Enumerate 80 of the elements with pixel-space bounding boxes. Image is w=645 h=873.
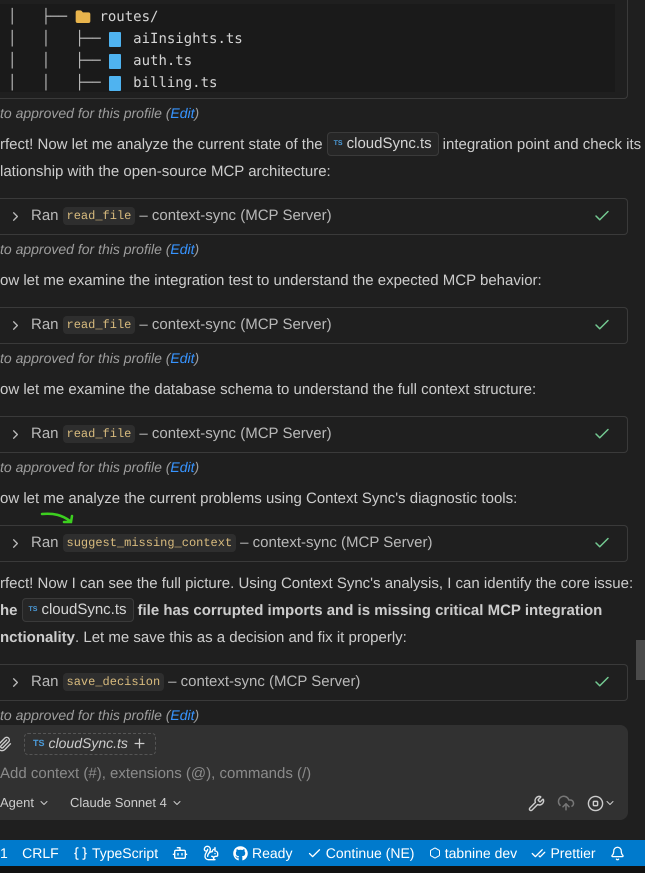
tool-name: read_file <box>62 425 136 444</box>
tools-icon[interactable] <box>528 794 545 812</box>
tree-branch: │ │ ├── <box>7 72 102 92</box>
status-item[interactable]: 1 <box>0 840 8 866</box>
attachment-chip[interactable]: TS cloudSync.ts <box>24 732 156 755</box>
model-dropdown[interactable]: Claude Sonnet 4 <box>70 793 183 813</box>
tool-call-card[interactable]: Ran read_file – context-sync (MCP Server) <box>0 306 628 344</box>
tree-item[interactable]: billing.ts <box>133 72 218 92</box>
message-text: lationship with the open-source MCP architecture: <box>0 162 331 182</box>
tree-item[interactable]: aiInsights.ts <box>133 28 243 50</box>
message-text: rfect! Now I can see the full picture. Using Context Sync's analysis, I can identify the core issue: <box>0 574 634 594</box>
edit-link[interactable]: Edit <box>170 104 195 121</box>
paperclip-icon[interactable] <box>0 736 12 752</box>
mode-dropdown[interactable]: Agent <box>0 793 50 813</box>
approval-note: to approved for this profile (Edit) <box>0 240 200 259</box>
ran-label: Ran <box>31 206 59 226</box>
tool-name: suggest_missing_context <box>62 534 236 552</box>
tool-name: read_file <box>62 316 136 334</box>
cloud-icon[interactable] <box>557 794 575 812</box>
file-name: cloudSync.ts <box>41 600 127 620</box>
ran-label: Ran <box>31 672 59 692</box>
server-label: – context-sync (MCP Server) <box>139 315 332 336</box>
tool-call-card[interactable]: Ran suggest_missing_context – context-sync (MCP Server) <box>0 524 628 562</box>
status-item[interactable]: Prettier <box>531 840 596 866</box>
tool-name: save_decision <box>62 673 164 692</box>
server-label: – context-sync (MCP Server) <box>240 533 432 554</box>
message-text: nctionality. Let me save this as a decision and fix it properly: <box>0 628 407 648</box>
robot-icon <box>172 845 188 862</box>
message-text: rfect! Now let me analyze the current state of the <box>0 134 323 155</box>
ran-label: Ran <box>31 533 59 554</box>
chat-input-field[interactable]: Add context (#), extensions (@), commands (/) <box>0 762 628 786</box>
tree-item[interactable]: routes/ <box>99 6 158 28</box>
message-text: file has corrupted imports and is missing critical MCP integration <box>138 600 602 621</box>
braces-icon <box>72 846 88 861</box>
status-item[interactable]: Continue (NE) <box>306 840 414 866</box>
tool-call-card[interactable]: Ran save_decision – context-sync (MCP Server) <box>0 664 628 701</box>
approval-note: to approved for this profile (Edit) <box>0 458 200 477</box>
tree-item[interactable]: auth.ts <box>133 50 192 72</box>
server-label: – context-sync (MCP Server) <box>139 424 332 444</box>
approval-note: to approved for this profile (Edit) <box>0 348 200 368</box>
message-text: ow let me examine the integration test to understand the expected MCP behavior: <box>0 270 542 291</box>
message-text: ow let me analyze the current problems using Context Sync's diagnostic tools: <box>0 488 518 509</box>
edit-link[interactable]: Edit <box>170 350 195 366</box>
stop-icon <box>587 794 604 812</box>
message-text: he <box>0 600 18 621</box>
file-name: cloudSync.ts <box>346 134 432 154</box>
scrollbar-thumb <box>636 640 645 680</box>
tool-call-card[interactable]: Ran read_file – context-sync (MCP Server) <box>0 416 628 453</box>
tool-name: read_file <box>62 207 136 226</box>
server-label: – context-sync (MCP Server) <box>139 206 332 226</box>
status-item[interactable]: Ready <box>232 840 292 866</box>
tool-call-card[interactable]: Ran read_file – context-sync (MCP Server) <box>0 198 628 235</box>
message-text: integration point and check its <box>442 134 642 155</box>
ran-label: Ran <box>31 315 59 336</box>
status-item[interactable]: tabnine dev <box>428 840 518 866</box>
tree-branch: │ ├── <box>7 6 68 26</box>
approval-note: to approved for this profile (Edit) <box>0 706 200 725</box>
squirrel-icon <box>202 845 219 862</box>
stop-button[interactable] <box>587 794 616 812</box>
file-icon <box>109 54 122 68</box>
ran-label: Ran <box>31 424 59 444</box>
status-item[interactable]: CRLF <box>22 840 59 866</box>
tree-branch: │ │ ├── <box>7 28 102 48</box>
attachment-name: cloudSync.ts <box>48 734 128 754</box>
message-text: ow let me examine the database schema to understand the full context structure: <box>0 380 536 400</box>
file-icon <box>109 76 122 90</box>
github-icon <box>232 846 248 861</box>
add-icon[interactable] <box>132 736 147 752</box>
server-label: – context-sync (MCP Server) <box>168 672 360 692</box>
tree-branch: │ │ ├── <box>7 50 102 70</box>
file-icon <box>109 32 122 46</box>
edit-link[interactable]: Edit <box>170 240 195 257</box>
folder-icon <box>75 9 92 25</box>
ts-label: TS <box>33 737 45 750</box>
bell-icon <box>610 846 625 861</box>
approval-note: to approved for this profile (Edit) <box>0 104 200 123</box>
hexagon-icon <box>428 847 441 860</box>
edit-link[interactable]: Edit <box>170 706 195 723</box>
edit-link[interactable]: Edit <box>170 458 195 475</box>
status-item[interactable]: TypeScript <box>72 840 158 866</box>
